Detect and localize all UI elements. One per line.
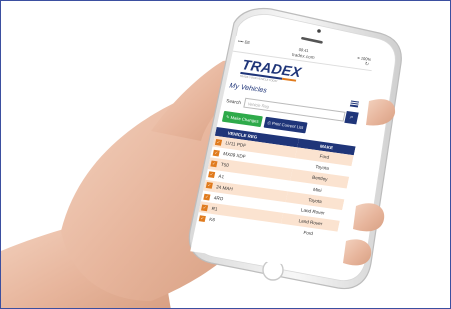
hamburger-menu-icon[interactable]: [349, 100, 360, 108]
checkbox-icon: ✓: [212, 149, 220, 157]
checkbox-icon: ✓: [201, 204, 209, 211]
checkbox-icon: ✓: [205, 182, 213, 190]
checkbox-icon: ✓: [203, 193, 211, 201]
reload-icon[interactable]: ↻: [364, 61, 369, 67]
finger-2: [353, 203, 385, 232]
make-changes-button[interactable]: ✎ Make Changes: [221, 110, 263, 128]
photo-scene: •••• EE 09:41 ≡ 100% tradex.com ↻ TRADEX…: [0, 0, 451, 309]
checkbox-icon: ✓: [198, 215, 206, 222]
checkbox-icon: ✓: [208, 171, 216, 179]
make-changes-label: Make Changes: [230, 114, 260, 124]
checkbox-icon: ✓: [214, 138, 223, 146]
vehicle-table: VEHICLE REG MAKE ✓ LV11 PDF Ford ✓ MX09 …: [196, 126, 356, 243]
finger-3: [343, 239, 372, 266]
search-button[interactable]: ⌕: [344, 111, 359, 125]
checkbox-icon: ✓: [210, 160, 218, 168]
search-icon: ⌕: [349, 114, 354, 121]
url-text: tradex.com: [291, 52, 316, 61]
print-list-button[interactable]: ⎙ Print Current List: [263, 116, 308, 134]
print-list-label: Print Current List: [271, 120, 304, 130]
search-label: Search: [225, 97, 242, 105]
front-camera: [317, 29, 321, 33]
